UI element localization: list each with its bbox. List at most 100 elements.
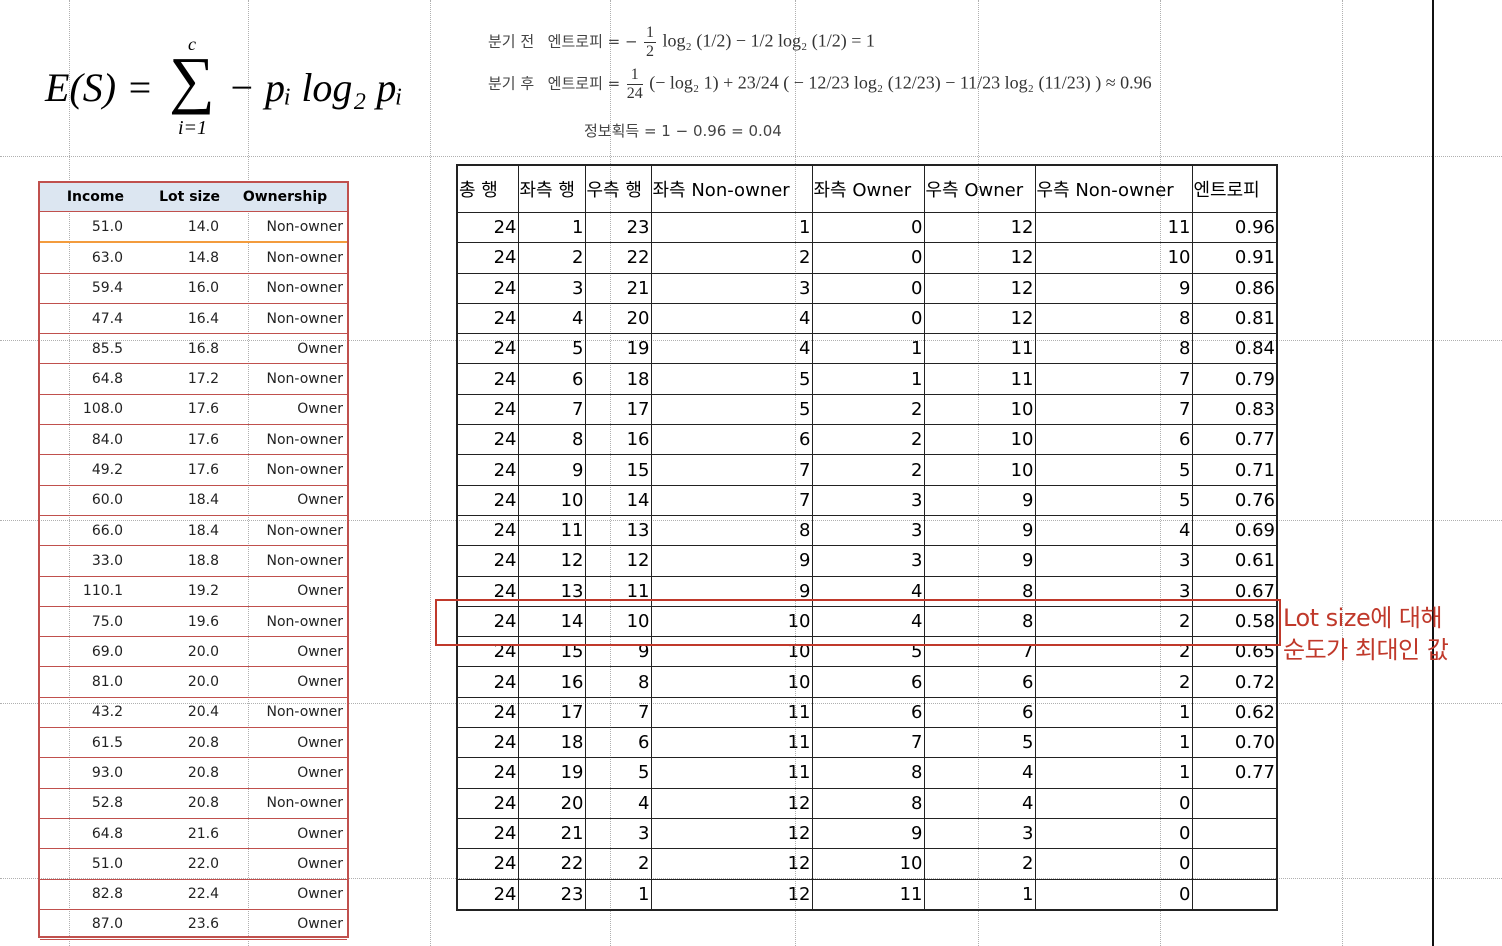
entropy-cell: 0.61: [1192, 545, 1277, 577]
annotation-line-2: 순도가 최대인 값: [1283, 636, 1449, 664]
income-cell: 75.0: [40, 606, 127, 638]
table-row: 82.8 22.4 Owner: [40, 879, 347, 910]
formula-rhs: − pᵢ log₂ pᵢ: [228, 65, 403, 110]
left-owner-cell: 1: [812, 333, 925, 365]
left-non-owner-cell: 5: [651, 394, 813, 426]
lot-size-cell: 20.0: [127, 666, 223, 698]
ownership-cell: Owner: [223, 485, 347, 516]
formula-sum-upper: c: [188, 34, 196, 54]
left-rows-cell: 3: [518, 273, 586, 304]
ownership-cell: Non-owner: [223, 273, 347, 304]
table-row: 66.0 18.4 Non-owner: [40, 515, 347, 547]
total-rows-cell: 24: [457, 757, 519, 789]
total-rows-cell: 24: [457, 212, 519, 244]
lot-size-cell: 19.2: [127, 576, 223, 607]
header-right-rows: 우측 행: [585, 165, 652, 213]
right-non-owner-cell: 5: [1035, 454, 1193, 486]
right-rows-cell: 19: [585, 333, 652, 365]
left-owner-cell: 2: [812, 454, 925, 486]
income-cell: 81.0: [40, 666, 127, 698]
lot-size-cell: 23.6: [127, 909, 223, 941]
lot-size-cell: 16.0: [127, 273, 223, 304]
right-owner-cell: 9: [924, 545, 1036, 577]
total-rows-cell: 24: [457, 666, 519, 698]
left-owner-cell: 11: [812, 879, 925, 911]
ownership-cell: Owner: [223, 666, 347, 698]
right-rows-cell: 12: [585, 545, 652, 577]
right-rows-cell: 23: [585, 212, 652, 244]
ownership-cell: Non-owner: [223, 363, 347, 395]
lot-size-cell: 21.6: [127, 818, 223, 850]
right-owner-cell: 6: [924, 666, 1036, 698]
ownership-cell: Owner: [223, 636, 347, 668]
ownership-cell: Non-owner: [223, 606, 347, 638]
lot-size-cell: 18.8: [127, 545, 223, 577]
header-ownership: Ownership: [223, 183, 347, 212]
left-owner-cell: 0: [812, 273, 925, 304]
ownership-cell: Owner: [223, 848, 347, 880]
table-header-row: 총 행 좌측 행 우측 행 좌측 Non-owner 좌측 Owner 우측 O…: [457, 165, 1277, 213]
lot-size-cell: 22.4: [127, 879, 223, 910]
entropy-cell: [1192, 879, 1277, 911]
lot-size-cell: 17.6: [127, 454, 223, 486]
left-rows-cell: 5: [518, 333, 586, 365]
right-non-owner-cell: 0: [1035, 788, 1193, 819]
right-rows-cell: 1: [585, 879, 652, 911]
income-cell: 52.8: [40, 788, 127, 819]
lot-size-cell: 20.4: [127, 697, 223, 729]
income-cell: 43.2: [40, 697, 127, 729]
right-rows-cell: 8: [585, 666, 652, 698]
left-non-owner-cell: 4: [651, 333, 813, 365]
ownership-cell: Non-owner: [223, 211, 347, 244]
after-label: 분기 후: [488, 74, 535, 93]
left-non-owner-cell: 12: [651, 818, 813, 850]
left-rows-cell: 4: [518, 303, 586, 335]
ownership-cell: Non-owner: [223, 515, 347, 547]
left-non-owner-cell: 7: [651, 454, 813, 486]
lot-size-cell: 14.8: [127, 242, 223, 274]
left-rows-cell: 22: [518, 848, 586, 880]
ownership-cell: Owner: [223, 818, 347, 850]
left-rows-cell: 9: [518, 454, 586, 486]
left-non-owner-cell: 7: [651, 485, 813, 516]
left-owner-cell: 10: [812, 848, 925, 880]
entropy-cell: 0.69: [1192, 515, 1277, 547]
table-row: 51.0 14.0 Non-owner: [40, 211, 347, 244]
income-cell: 63.0: [40, 242, 127, 274]
left-non-owner-cell: 8: [651, 515, 813, 547]
left-non-owner-cell: 11: [651, 697, 813, 729]
lot-size-cell: 20.0: [127, 636, 223, 668]
left-non-owner-cell: 2: [651, 242, 813, 274]
table-row: 59.4 16.0 Non-owner: [40, 273, 347, 304]
before-expression: log₂ (1/2) − 1/2 log₂ (1/2) = 1: [662, 30, 875, 51]
entropy-cell: 0.84: [1192, 333, 1277, 365]
entropy-cell: 0.83: [1192, 394, 1277, 426]
right-non-owner-cell: 2: [1035, 666, 1193, 698]
lot-size-cell: 14.0: [127, 211, 223, 244]
income-cell: 87.0: [40, 909, 127, 941]
entropy-cell: [1192, 788, 1277, 819]
fraction: 1 24: [626, 66, 643, 102]
right-non-owner-cell: 5: [1035, 485, 1193, 516]
entropy-cell: 0.77: [1192, 424, 1277, 456]
entropy-before-line: 분기 전 엔트로피 = − 12 log₂ (1/2) − 1/2 log₂ (…: [488, 24, 875, 61]
income-cell: 64.8: [40, 363, 127, 395]
entropy-cell: 0.91: [1192, 242, 1277, 274]
ownership-cell: Owner: [223, 879, 347, 910]
right-non-owner-cell: 0: [1035, 848, 1193, 880]
lot-size-cell: 18.4: [127, 485, 223, 516]
right-non-owner-cell: 9: [1035, 273, 1193, 304]
right-rows-cell: 21: [585, 273, 652, 304]
table-row: 24 5 19 4 1 11 8 0.84: [457, 333, 1277, 365]
total-rows-cell: 24: [457, 727, 519, 759]
right-owner-cell: 4: [924, 757, 1036, 789]
total-rows-cell: 24: [457, 333, 519, 365]
right-non-owner-cell: 4: [1035, 515, 1193, 547]
entropy-cell: 0.86: [1192, 273, 1277, 304]
total-rows-cell: 24: [457, 697, 519, 729]
table-row: 24 1 23 1 0 12 11 0.96: [457, 212, 1277, 244]
left-non-owner-cell: 4: [651, 303, 813, 335]
before-label: 분기 전: [488, 32, 535, 51]
table-row: 24 2 22 2 0 12 10 0.91: [457, 242, 1277, 274]
left-rows-cell: 21: [518, 818, 586, 850]
